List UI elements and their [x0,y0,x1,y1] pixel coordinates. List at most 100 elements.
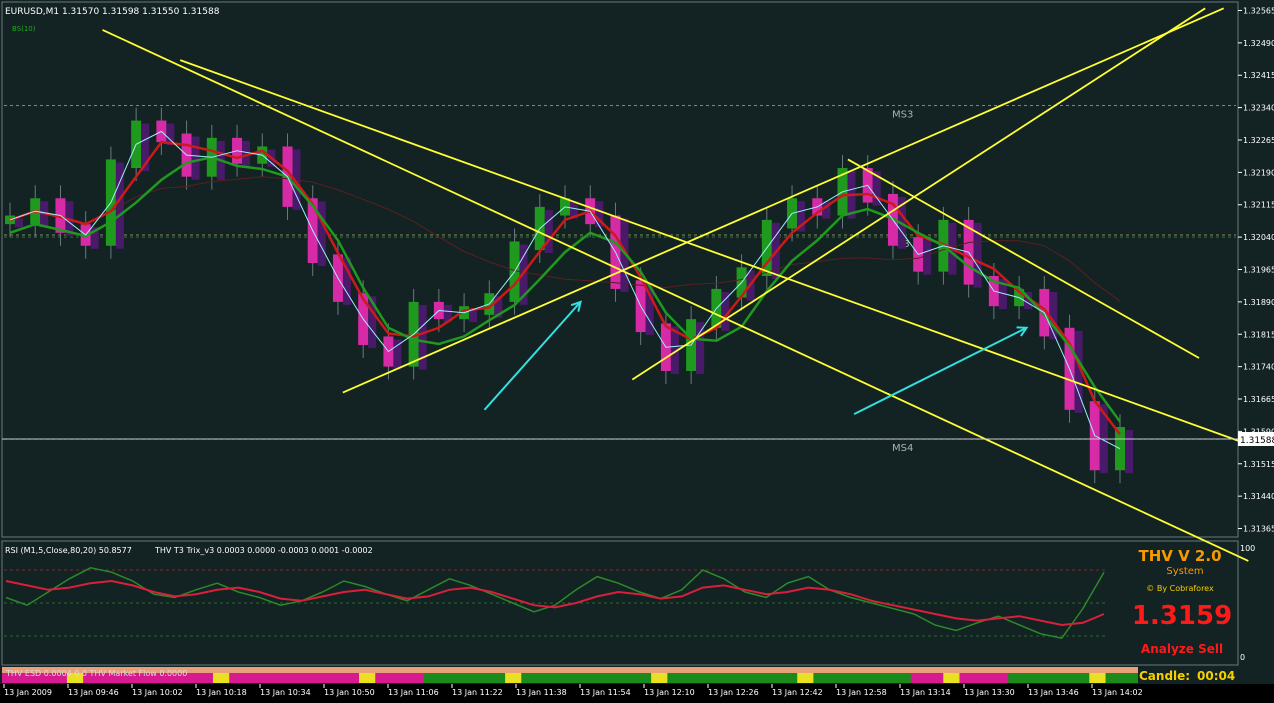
price-tick-label: 1.31815 [1243,330,1274,339]
flow-strip-segment [829,673,847,683]
time-tick-label: 13 Jan 11:22 [452,688,503,697]
time-tick-label: 13 Jan 11:54 [580,688,631,697]
flow-strip-segment [780,673,798,683]
flow-strip-segment [310,673,328,683]
price-tick-label: 1.31890 [1243,298,1274,307]
shadow-candle [923,240,932,275]
flow-strip-segment [894,673,912,683]
price-tick-label: 1.32415 [1243,71,1274,80]
flow-strip-segment [927,673,944,683]
flow-strip-segment [472,673,490,683]
flow-strip-segment [294,673,311,683]
flow-strip-segment [878,673,896,683]
flow-strip-segment [602,673,620,683]
flow-strip-segment [813,673,831,683]
flow-strip-segment [683,673,701,683]
time-tick-label: 13 Jan 12:42 [772,688,823,697]
price-tick-label: 1.32040 [1243,233,1274,242]
flow-strip-segment [537,673,555,683]
rsi-tick-0: 0 [1240,653,1245,662]
panel-title: THV V 2.0 [1138,547,1221,565]
flow-strip-segment [407,673,425,683]
shadow-candle [544,209,553,254]
price-tick-label: 1.32340 [1243,104,1274,113]
time-tick-label: 13 Jan 11:06 [388,688,439,697]
level-label-ms3: MS3 [892,109,913,120]
trix-label: THV T3 Trix_v3 0.0003 0.0000 -0.0003 0.0… [154,546,373,555]
flow-strip-segment [359,673,376,683]
price-tick-label: 1.31515 [1243,460,1274,469]
flow-strip-segment [229,673,246,683]
price-tick-label: 1.31440 [1243,492,1274,501]
candle-label: Candle: [1139,669,1190,683]
time-tick-label: 13 Jan 14:02 [1092,688,1143,697]
flow-strip-segment [651,673,668,683]
flow-strip-segment [245,673,263,683]
flow-strip-segment [845,673,863,683]
flow-strip-segment [1121,673,1139,683]
flow-strip-segment [391,673,409,683]
flow-strip-segment [553,673,571,683]
panel-price: 1.3159 [1132,601,1232,631]
flow-strip-segment [618,673,636,683]
time-tick-label: 13 Jan 10:18 [196,688,247,697]
flow-strip-segment [261,673,279,683]
rsi-label: RSI (M1,5,Close,80,20) 50.8577 [5,546,132,555]
time-tick-label: 13 Jan 12:10 [644,688,695,697]
flow-strip-segment [1089,673,1107,683]
time-tick-label: 13 Jan 10:50 [324,688,375,697]
shadow-candle [469,309,478,323]
rsi-panel [1,540,1239,666]
panel-credit: © By Cobraforex [1146,584,1214,593]
flow-strip-segment [716,673,733,683]
current-price-label: 1.31588 [1240,436,1274,446]
flow-strip-segment [277,673,295,683]
chart-window: MS3S3MS4 1.325651.324901.324151.323401.3… [0,0,1274,699]
price-tick-label: 1.31740 [1243,363,1274,372]
flow-strip-segment [488,673,506,683]
rsi-tick-100: 100 [1240,544,1255,553]
flow-strip-segment [634,673,652,683]
shadow-candle [1125,430,1133,474]
flow-strip-segment [699,673,717,683]
chart-title: EURUSD,M1 1.31570 1.31598 1.31550 1.3158… [5,7,220,17]
price-tick-label: 1.32265 [1243,136,1274,145]
flow-strip-segment [196,673,214,683]
flow-strip-segment [732,673,750,683]
flow-strip-segment [212,673,230,683]
price-tick-label: 1.32565 [1243,6,1274,15]
flow-strip-segment [991,673,1009,683]
flow-strip-segment [862,673,879,683]
time-tick-label: 13 Jan 13:14 [900,688,951,697]
flow-strip-segment [667,673,685,683]
shadow-candle [15,218,23,228]
flow-strip-segment [1008,673,1025,683]
flow-strip-segment [764,673,782,683]
price-tick-label: 1.31365 [1243,525,1274,534]
price-tick-label: 1.32490 [1243,39,1274,48]
bottom-bar-text: THV ESD 0.0004 0.0 THV Market Flow 0.000… [5,669,187,678]
price-tick-label: 1.31965 [1243,266,1274,275]
candle-time: 00:04 [1197,669,1235,683]
flow-strip-segment [1040,673,1058,683]
flow-strip-segment [1073,673,1090,683]
time-tick-label: 13 Jan 11:38 [516,688,567,697]
time-tick-label: 13 Jan 13:46 [1028,688,1079,697]
time-axis-bg [0,684,1274,699]
flow-strip-segment [570,673,587,683]
flow-strip-segment [943,673,960,683]
flow-strip-segment [1024,673,1042,683]
trading-chart: MS3S3MS4 1.325651.324901.324151.323401.3… [0,0,1274,699]
time-tick-label: 13 Jan 2009 [4,688,52,697]
shadow-candle [191,136,200,180]
flow-strip-segment [521,673,539,683]
flow-strip-segment [456,673,474,683]
price-tick-label: 1.32115 [1243,201,1274,210]
flow-strip-segment [505,673,522,683]
flow-strip-segment [1105,673,1123,683]
shadow-candle [696,322,705,374]
indicator-label: BS(10) [12,25,36,33]
flow-strip-segment [975,673,993,683]
flow-strip-segment [375,673,392,683]
flow-strip-segment [342,673,360,683]
